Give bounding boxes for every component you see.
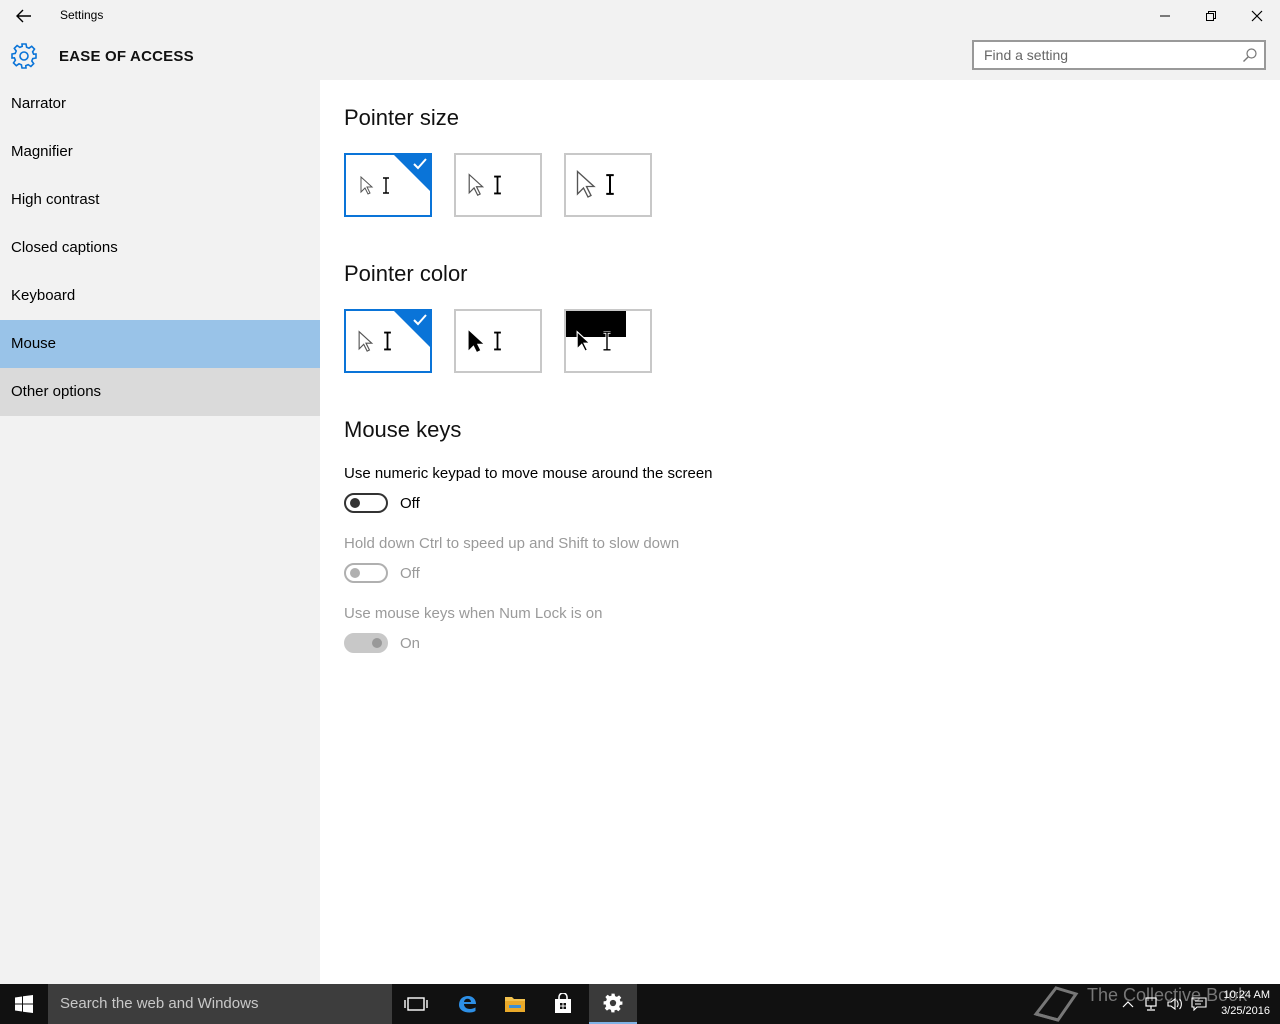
- minimize-icon: [1160, 15, 1170, 17]
- action-center-button[interactable]: [1188, 984, 1210, 1024]
- text-cursor-icon: [494, 331, 501, 351]
- network-icon: [1145, 997, 1157, 1011]
- checkmark-icon: [413, 314, 427, 326]
- windows-logo-icon: [15, 995, 33, 1013]
- pointer-color-white-option[interactable]: [344, 309, 432, 373]
- chevron-up-icon: [1122, 1001, 1134, 1008]
- ctrl-shift-speed-label: Hold down Ctrl to speed up and Shift to …: [344, 535, 680, 552]
- arrow-cursor-icon: [360, 176, 374, 195]
- network-button[interactable]: [1140, 984, 1162, 1024]
- arrow-cursor-icon: [358, 330, 374, 352]
- sidebar-item-keyboard[interactable]: Keyboard: [0, 272, 320, 320]
- edge-icon: [459, 996, 476, 1013]
- num-lock-state: On: [400, 635, 421, 652]
- sidebar-item-high-contrast[interactable]: High contrast: [0, 176, 320, 224]
- pointer-size-large-option[interactable]: [564, 153, 652, 217]
- sidebar-item-label: Other options: [11, 383, 102, 400]
- sidebar-item-label: Magnifier: [11, 143, 73, 160]
- find-setting-search[interactable]: [972, 40, 1266, 70]
- volume-icon: [1167, 997, 1182, 1011]
- taskbar-search-placeholder: Search the web and Windows: [60, 995, 259, 1012]
- arrow-cursor-icon: [576, 330, 592, 352]
- text-cursor-icon: [383, 177, 389, 194]
- taskbar: Search the web and Windows The Collectiv…: [0, 984, 1280, 1024]
- settings-taskbar-button[interactable]: [589, 984, 637, 1024]
- arrow-cursor-icon: [468, 330, 484, 352]
- pointer-size-heading: Pointer size: [344, 105, 459, 130]
- sidebar-item-label: Keyboard: [11, 287, 76, 304]
- numeric-keypad-label: Use numeric keypad to move mouse around …: [344, 465, 713, 482]
- restore-button[interactable]: [1188, 0, 1234, 32]
- pointer-color-heading: Pointer color: [344, 261, 468, 286]
- notification-icon: [1191, 997, 1207, 1011]
- sidebar-item-closed-captions[interactable]: Closed captions: [0, 224, 320, 272]
- section-title: EASE OF ACCESS: [59, 48, 194, 65]
- clock-time: 10:24 AM: [1223, 989, 1270, 1001]
- store-button[interactable]: [539, 984, 587, 1024]
- inverted-swatch: [566, 311, 626, 337]
- pointer-color-inverted-option[interactable]: [564, 309, 652, 373]
- sidebar-item-label: High contrast: [11, 191, 100, 208]
- show-hidden-icons-button[interactable]: [1118, 984, 1138, 1024]
- text-cursor-icon: [494, 175, 501, 195]
- back-button[interactable]: [8, 4, 40, 28]
- title-bar: Settings: [0, 0, 1280, 32]
- watermark: The Collective Book: [1030, 984, 1247, 1024]
- sidebar-item-label: Narrator: [11, 95, 67, 112]
- pointer-color-black-option[interactable]: [454, 309, 542, 373]
- back-arrow-icon: [16, 9, 31, 23]
- folder-icon: [505, 997, 525, 1012]
- arrow-cursor-icon: [576, 170, 596, 198]
- taskbar-clock[interactable]: 10:24 AM 3/25/2016: [1221, 987, 1270, 1019]
- numeric-keypad-state: Off: [400, 495, 420, 512]
- settings-window: Settings EASE OF ACCESS Narrator Magnifi…: [0, 0, 1280, 984]
- ctrl-shift-speed-toggle: [344, 563, 388, 583]
- sidebar-item-label: Closed captions: [11, 239, 118, 256]
- store-icon: [555, 993, 571, 1013]
- task-view-icon: [404, 997, 428, 1011]
- num-lock-toggle: [344, 633, 388, 653]
- search-input[interactable]: [974, 42, 1244, 68]
- gear-icon: [603, 993, 623, 1013]
- pointer-size-small-option[interactable]: [344, 153, 432, 217]
- mouse-keys-heading: Mouse keys: [344, 417, 462, 442]
- text-cursor-icon: [603, 331, 611, 351]
- search-icon[interactable]: [1242, 47, 1258, 63]
- text-cursor-icon: [384, 331, 391, 351]
- clock-date: 3/25/2016: [1221, 1005, 1270, 1017]
- checkmark-icon: [413, 158, 427, 170]
- numeric-keypad-toggle[interactable]: [344, 493, 388, 513]
- sidebar-item-narrator[interactable]: Narrator: [0, 80, 320, 128]
- toggle-knob: [350, 568, 360, 578]
- num-lock-label: Use mouse keys when Num Lock is on: [344, 605, 603, 622]
- sidebar-item-mouse[interactable]: Mouse: [0, 320, 320, 368]
- text-cursor-icon: [606, 174, 614, 195]
- sidebar-item-label: Mouse: [11, 335, 57, 352]
- toggle-knob: [372, 638, 382, 648]
- ctrl-shift-speed-state: Off: [400, 565, 420, 582]
- file-explorer-button[interactable]: [491, 984, 539, 1024]
- toggle-knob: [350, 498, 360, 508]
- edge-browser-button[interactable]: [443, 984, 491, 1024]
- sidebar-item-other-options[interactable]: Other options: [0, 368, 320, 416]
- arrow-cursor-icon: [468, 173, 485, 197]
- window-title: Settings: [60, 8, 104, 22]
- sidebar-item-magnifier[interactable]: Magnifier: [0, 128, 320, 176]
- restore-icon: [1206, 11, 1216, 21]
- main-content: Pointer size Pointer color Mouse keys Us…: [320, 80, 1280, 984]
- task-view-button[interactable]: [392, 984, 440, 1024]
- pointer-size-medium-option[interactable]: [454, 153, 542, 217]
- close-button[interactable]: [1234, 0, 1280, 32]
- settings-header: EASE OF ACCESS: [0, 32, 1280, 80]
- minimize-button[interactable]: [1142, 0, 1188, 32]
- taskbar-search-box[interactable]: Search the web and Windows: [48, 984, 392, 1024]
- volume-button[interactable]: [1164, 984, 1186, 1024]
- start-button[interactable]: [0, 984, 48, 1024]
- book-icon: [1033, 986, 1079, 1022]
- close-icon: [1251, 10, 1263, 22]
- gear-icon: [11, 43, 37, 69]
- sidebar: Narrator Magnifier High contrast Closed …: [0, 80, 320, 984]
